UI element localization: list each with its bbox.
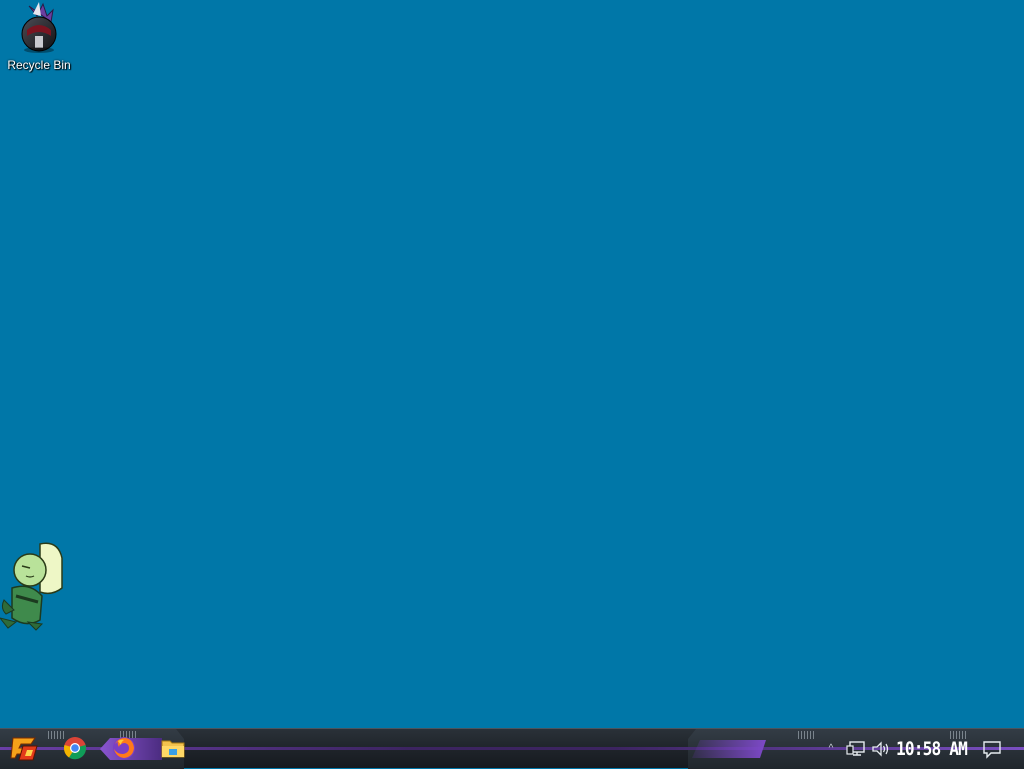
taskbar: ^ 10:58 AM (0, 728, 1024, 769)
start-button[interactable] (8, 735, 40, 765)
recycle-bin-label: Recycle Bin (7, 58, 71, 72)
volume-icon[interactable] (871, 740, 891, 758)
file-explorer-icon (161, 737, 185, 764)
firefox-taskbar-button[interactable] (111, 736, 137, 765)
taskbar-grille (798, 731, 814, 739)
action-center-icon[interactable] (982, 739, 1002, 759)
firefox-icon (112, 736, 136, 765)
recycle-bin-icon (17, 2, 61, 54)
network-icon[interactable] (846, 740, 866, 758)
show-hidden-icons-chevron[interactable]: ^ (824, 742, 838, 756)
taskbar-accent-bar (692, 740, 766, 758)
gem-character-icon[interactable] (0, 538, 70, 634)
recycle-bin-desktop-icon[interactable]: Recycle Bin (6, 2, 72, 76)
chrome-icon (63, 736, 87, 765)
taskbar-clock[interactable]: 10:58 AM (896, 736, 968, 762)
desktop: Recycle Bin (0, 0, 1024, 728)
start-logo-icon (9, 734, 39, 767)
chrome-taskbar-button[interactable] (62, 736, 88, 765)
file-explorer-taskbar-button[interactable] (160, 737, 186, 763)
